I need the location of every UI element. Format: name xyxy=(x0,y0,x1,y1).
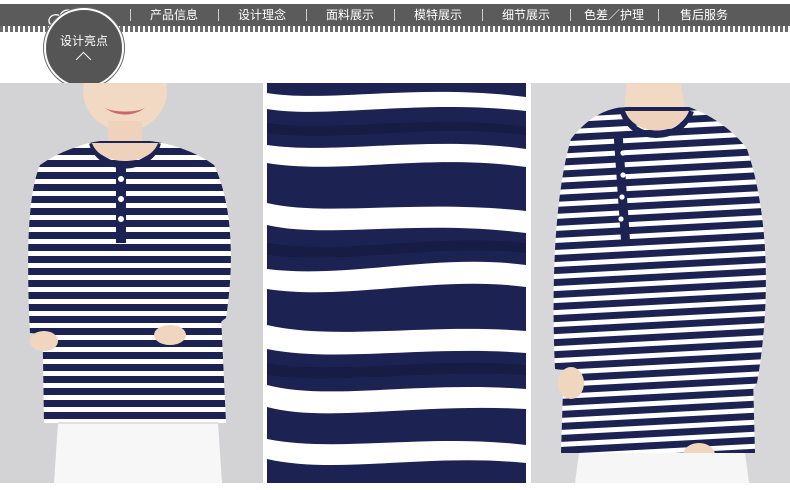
model-angled-photo xyxy=(531,83,790,483)
nav-item-model[interactable]: 模特展示 xyxy=(394,4,482,26)
model-front-photo xyxy=(0,83,263,483)
nav-item-details[interactable]: 细节展示 xyxy=(482,4,570,26)
nav-item-fabric[interactable]: 面料展示 xyxy=(306,4,394,26)
nav-item-color-care[interactable]: 色差／护理 xyxy=(570,4,658,26)
model-front-illustration xyxy=(0,83,263,483)
badge-label: 设计亮点 xyxy=(59,34,108,48)
nav-bar: 产品信息 设计理念 面料展示 模特展示 细节展示 色差／护理 售后服务 xyxy=(0,4,790,27)
model-angled-illustration xyxy=(531,83,790,483)
fabric-closeup-photo xyxy=(267,83,526,483)
nav-items: 产品信息 设计理念 面料展示 模特展示 细节展示 色差／护理 售后服务 xyxy=(130,4,750,26)
fabric-closeup-illustration xyxy=(267,83,526,483)
nav-item-product-info[interactable]: 产品信息 xyxy=(130,4,218,26)
chevron-up-icon xyxy=(75,51,92,68)
top-nav: 产品信息 设计理念 面料展示 模特展示 细节展示 色差／护理 售后服务 xyxy=(0,0,790,32)
nav-item-after-sales[interactable]: 售后服务 xyxy=(658,4,750,26)
section-badge: 设计亮点 xyxy=(44,8,124,88)
nav-item-design-concept[interactable]: 设计理念 xyxy=(218,4,306,26)
